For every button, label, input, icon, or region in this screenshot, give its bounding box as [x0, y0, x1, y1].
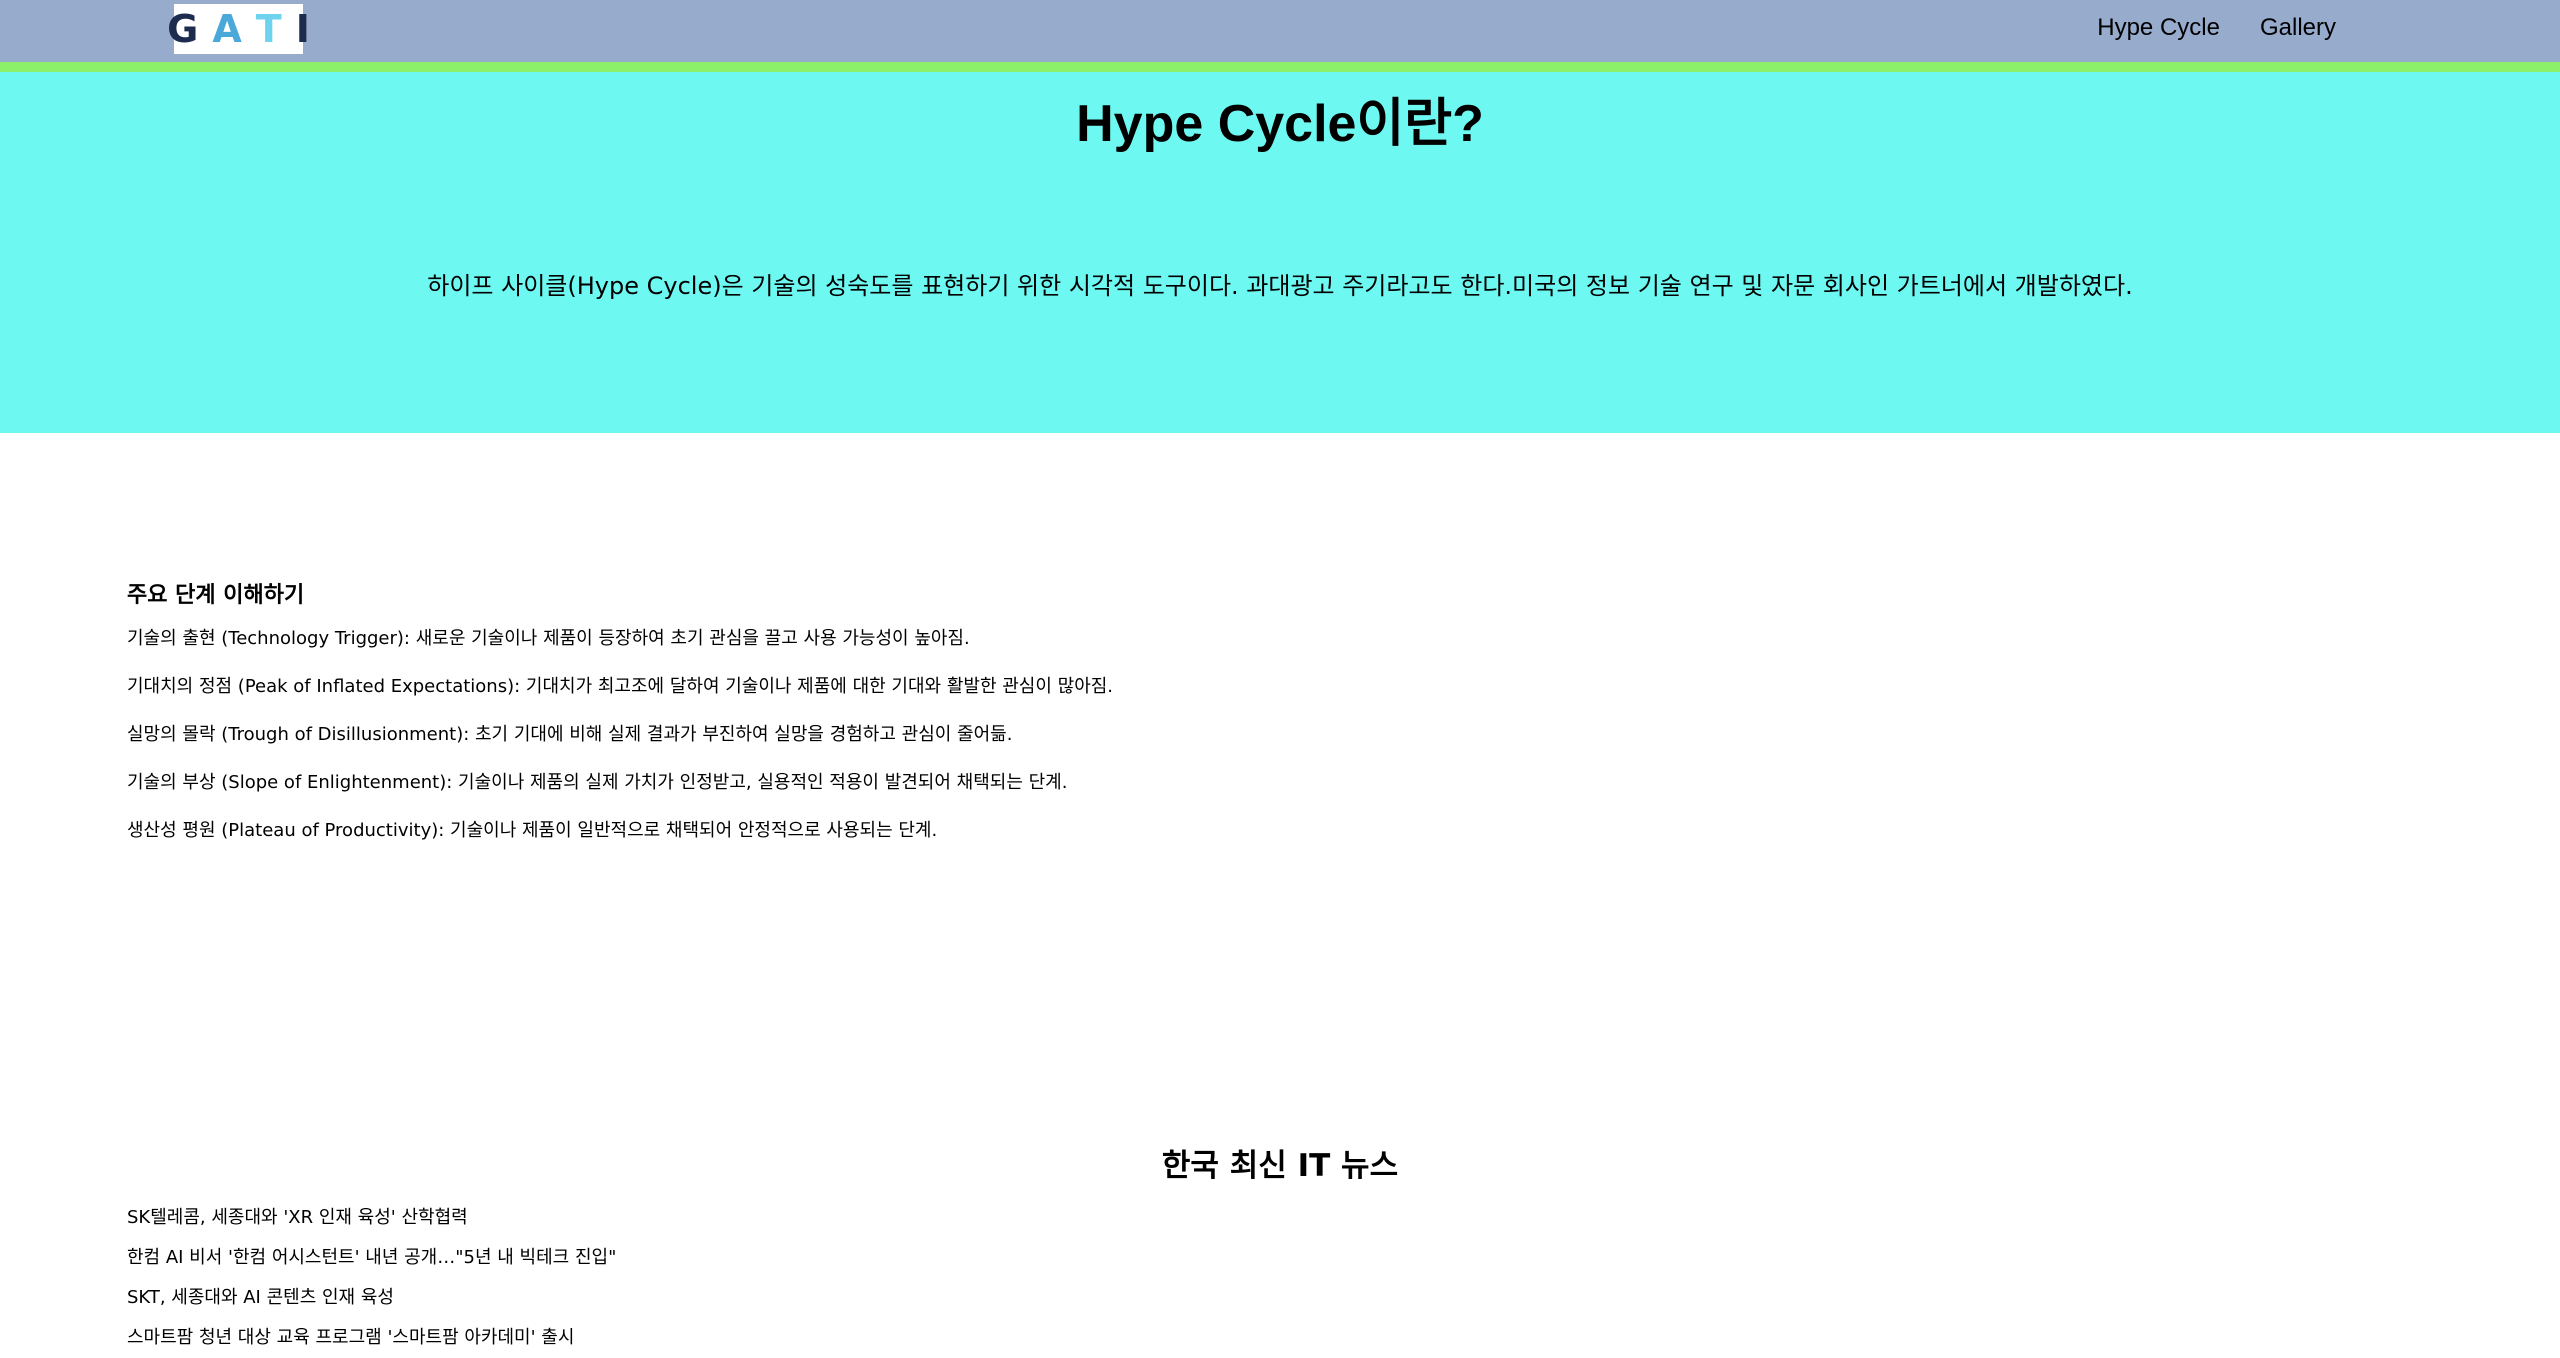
news-item[interactable]: 한컴 AI 비서 '한컴 어시스턴트' 내년 공개…"5년 내 빅테크 진입": [127, 1238, 616, 1278]
stage-item-peak: 기대치의 정점 (Peak of Inflated Expectations):…: [127, 676, 1114, 697]
nav-link-gallery[interactable]: Gallery: [2260, 14, 2336, 42]
news-item[interactable]: SK텔레콤, 세종대와 'XR 인재 육성' 산학협력: [127, 1198, 616, 1238]
stages-heading: 주요 단계 이해하기: [127, 583, 305, 608]
stage-item-slope: 기술의 부상 (Slope of Enlightenment): 기술이나 제품…: [127, 772, 1068, 793]
main-nav: Hype Cycle Gallery: [2097, 0, 2336, 56]
news-list: SK텔레콤, 세종대와 'XR 인재 육성' 산학협력 한컴 AI 비서 '한컴…: [127, 1198, 616, 1358]
stage-item-technology-trigger: 기술의 출현 (Technology Trigger): 새로운 기술이나 제품…: [127, 628, 970, 649]
gati-logo[interactable]: G A T I: [167, 4, 310, 54]
logo-letter-g: G: [167, 7, 199, 51]
logo-letter-a: A: [212, 7, 242, 51]
logo-letter-t: T: [255, 7, 282, 51]
top-navbar: G A T I Hype Cycle Gallery: [0, 0, 2560, 62]
hero-description: 하이프 사이클(Hype Cycle)은 기술의 성숙도를 표현하기 위한 시각…: [427, 272, 2133, 300]
stages-section: 주요 단계 이해하기 기술의 출현 (Technology Trigger): …: [127, 577, 1113, 855]
stages-list: 기술의 출현 (Technology Trigger): 새로운 기술이나 제품…: [127, 615, 1113, 855]
news-section-title: 한국 최신 IT 뉴스: [1161, 1148, 1399, 1184]
hero-section: Hype Cycle이란? 하이프 사이클(Hype Cycle)은 기술의 성…: [0, 72, 2560, 433]
stage-item-trough: 실망의 몰락 (Trough of Disillusionment): 초기 기…: [127, 724, 1013, 745]
stage-item-plateau: 생산성 평원 (Plateau of Productivity): 기술이나 제…: [127, 820, 938, 841]
news-item[interactable]: SKT, 세종대와 AI 콘텐츠 인재 육성: [127, 1278, 616, 1318]
logo-letter-i: I: [295, 7, 310, 51]
nav-link-hype-cycle[interactable]: Hype Cycle: [2097, 14, 2220, 42]
news-item[interactable]: 스마트팜 청년 대상 교육 프로그램 '스마트팜 아카데미' 출시: [127, 1318, 616, 1358]
header-accent-divider: [0, 62, 2560, 72]
hero-title: Hype Cycle이란?: [1076, 95, 1484, 153]
